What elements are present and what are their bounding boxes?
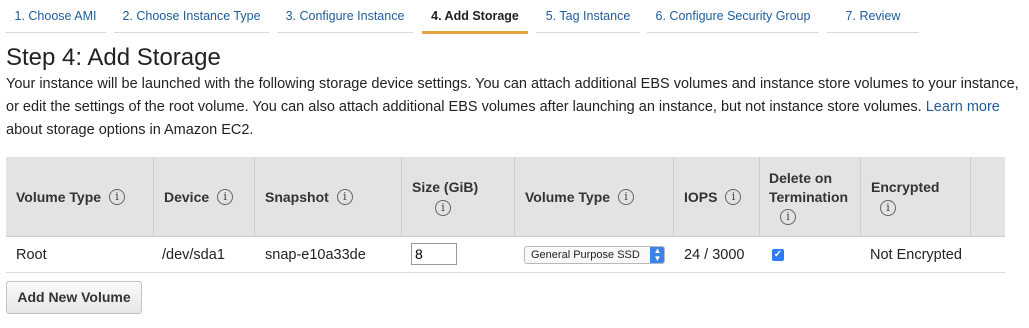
info-icon[interactable]: i (109, 189, 126, 205)
header-ebs-volume-type: Volume Type i (515, 157, 674, 237)
header-size: Size (GiB) i (402, 157, 515, 237)
description-text-after: about storage options in Amazon EC2. (6, 122, 254, 138)
header-label: Snapshot (265, 189, 329, 205)
tab-configure-security-group[interactable]: 6. Configure Security Group (647, 0, 819, 33)
cell-snapshot: snap-e10a33de (265, 247, 366, 263)
tab-review[interactable]: 7. Review (827, 0, 919, 33)
header-label: IOPS (684, 189, 718, 205)
tab-tag-instance[interactable]: 5. Tag Instance (536, 0, 640, 33)
tab-choose-ami[interactable]: 1. Choose AMI (5, 0, 106, 33)
tab-add-storage[interactable]: 4. Add Storage (422, 0, 528, 34)
page-description: Your instance will be launched with the … (6, 73, 1021, 142)
info-icon[interactable]: i (880, 200, 896, 217)
table-row: Root /dev/sda1 snap-e10a33de General Pur… (6, 237, 1005, 273)
learn-more-link[interactable]: Learn more (926, 99, 1000, 115)
cell-volume-type: Root (16, 247, 47, 263)
tab-configure-instance[interactable]: 3. Configure Instance (277, 0, 413, 33)
volume-type-selected-value: General Purpose SSD (531, 249, 640, 261)
cell-iops: 24 / 3000 (684, 247, 745, 263)
size-input[interactable] (411, 243, 457, 265)
page-title: Step 4: Add Storage (6, 44, 221, 71)
volume-type-select[interactable]: General Purpose SSD ▲ ▼ (524, 246, 665, 264)
header-delete-on-termination: Delete on Termination i (760, 157, 861, 237)
header-snapshot: Snapshot i (255, 157, 402, 237)
wizard-steps: 1. Choose AMI 2. Choose Instance Type 3.… (0, 0, 1029, 36)
info-icon[interactable]: i (217, 189, 234, 205)
table-header: Volume Type i Device i Snapshot i Size (… (6, 157, 1005, 237)
header-label: Delete on (769, 169, 833, 186)
delete-on-termination-checkbox[interactable]: ✓ (772, 249, 784, 261)
header-label: Device (164, 189, 210, 205)
header-label: Size (GiB) (412, 178, 479, 195)
header-label: Volume Type (16, 189, 102, 205)
info-icon[interactable]: i (725, 189, 742, 205)
header-label: Volume Type (525, 189, 611, 205)
description-text: Your instance will be launched with the … (6, 76, 1019, 115)
header-volume-type: Volume Type i (6, 157, 154, 237)
header-label: Encrypted (871, 178, 940, 195)
add-new-volume-button[interactable]: Add New Volume (6, 281, 142, 314)
cell-device: /dev/sda1 (162, 247, 225, 263)
cell-encrypted: Not Encrypted (870, 247, 962, 263)
header-device: Device i (154, 157, 255, 237)
select-arrows-icon: ▲ ▼ (650, 247, 664, 263)
header-spacer (971, 157, 1005, 237)
info-icon[interactable]: i (336, 189, 353, 205)
info-icon[interactable]: i (618, 189, 635, 205)
header-label: Termination (769, 188, 849, 205)
storage-table: Volume Type i Device i Snapshot i Size (… (6, 157, 1005, 273)
info-icon[interactable]: i (435, 200, 451, 217)
header-encrypted: Encrypted i (861, 157, 971, 237)
tab-choose-instance-type[interactable]: 2. Choose Instance Type (114, 0, 269, 33)
info-icon[interactable]: i (780, 208, 796, 225)
header-iops: IOPS i (674, 157, 760, 237)
